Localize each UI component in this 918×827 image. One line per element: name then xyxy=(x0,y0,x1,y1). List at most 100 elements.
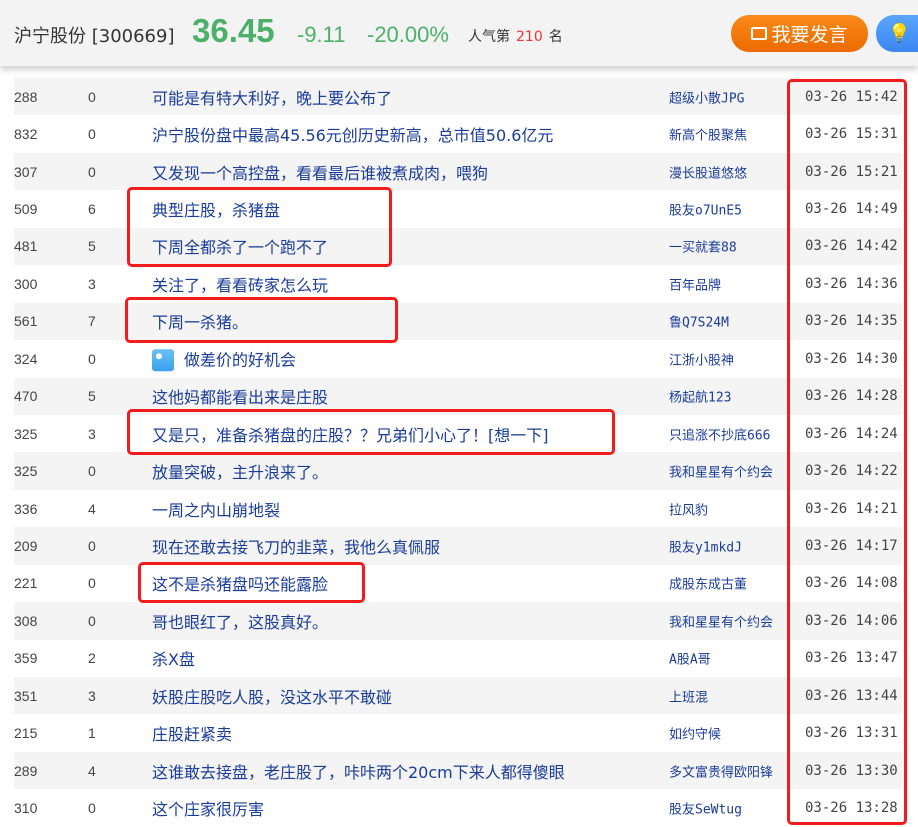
read-count: 209 xyxy=(14,537,38,554)
post-title-link[interactable]: 现在还敢去接飞刀的韭菜，我他么真佩服 xyxy=(152,534,440,558)
author-link[interactable]: 超级小散JPG xyxy=(669,87,744,106)
post-title[interactable]: 可能是有特大利好，晚上要公布了 xyxy=(152,89,392,108)
comment-count: 3 xyxy=(88,425,96,442)
author-link[interactable]: 江浙小股神 xyxy=(669,349,734,368)
post-title-link[interactable]: 妖股庄股吃人股，没这水平不敢碰 xyxy=(152,684,392,708)
post-title[interactable]: 放量突破，主升浪来了。 xyxy=(152,463,328,482)
read-count: 561 xyxy=(14,313,38,330)
read-count: 300 xyxy=(14,275,38,292)
read-count: 359 xyxy=(14,650,38,667)
author-link[interactable]: 只追涨不抄底666 xyxy=(669,424,770,443)
post-title-link[interactable]: 放量突破，主升浪来了。 xyxy=(152,459,328,483)
post-title-link[interactable]: 一周之内山崩地裂 xyxy=(152,497,280,521)
post-title-link[interactable]: 做差价的好机会 xyxy=(152,346,296,372)
post-title-link[interactable]: 哥也眼红了，这股真好。 xyxy=(152,609,328,633)
read-count: 307 xyxy=(14,163,38,180)
read-count: 509 xyxy=(14,201,38,218)
table-row: 351 3 妖股庄股吃人股，没这水平不敢碰 上班混 03-26 13:44 xyxy=(14,677,902,715)
post-title[interactable]: 关注了，看看砖家怎么玩 xyxy=(152,276,328,295)
post-title-link[interactable]: 又发现一个高控盘，看看最后谁被煮成肉，喂狗 xyxy=(152,160,488,184)
author-link[interactable]: 漫长股道悠悠 xyxy=(669,162,747,181)
comment-count: 5 xyxy=(88,388,96,405)
highlight-box xyxy=(138,562,365,603)
lightbulb-button[interactable]: 💡 xyxy=(876,15,918,52)
post-title-link[interactable]: 庄股赶紧卖 xyxy=(152,721,232,745)
post-title-link[interactable]: 这谁敢去接盘，老庄股了，咔咔两个20cm下来人都得傻眼 xyxy=(152,759,565,783)
post-title[interactable]: 哥也眼红了，这股真好。 xyxy=(152,613,328,632)
post-title[interactable]: 做差价的好机会 xyxy=(184,350,296,369)
comment-icon xyxy=(751,27,768,40)
author-link[interactable]: 上班混 xyxy=(669,686,708,705)
table-row: 209 0 现在还敢去接飞刀的韭菜，我他么真佩服 股友y1mkdJ 03-26 … xyxy=(14,527,902,565)
author-link[interactable]: 杨起航123 xyxy=(669,387,731,406)
read-count: 215 xyxy=(14,725,38,742)
price-change: -9.11 xyxy=(297,22,346,47)
post-title-link[interactable]: 关注了，看看砖家怎么玩 xyxy=(152,272,328,296)
post-title-link[interactable]: 可能是有特大利好，晚上要公布了 xyxy=(152,85,392,109)
post-title[interactable]: 杀X盘 xyxy=(152,650,195,669)
post-title[interactable]: 又发现一个高控盘，看看最后谁被煮成肉，喂狗 xyxy=(152,164,488,183)
stock-name: 沪宁股份 [300669] xyxy=(14,26,175,47)
table-row: 289 4 这谁敢去接盘，老庄股了，咔咔两个20cm下来人都得傻眼 多文富贵得欧… xyxy=(14,751,902,790)
post-title[interactable]: 这个庄家很厉害 xyxy=(152,800,264,819)
comment-count: 0 xyxy=(88,88,96,105)
post-title-link[interactable]: 沪宁股份盘中最高45.56元创历史新高，总市值50.6亿元 xyxy=(152,122,553,146)
highlight-box-time-column xyxy=(787,79,907,825)
price-change-percent: -20.00% xyxy=(367,22,449,47)
table-row: 310 0 这个庄家很厉害 股友SeWtug 03-26 13:28 xyxy=(14,789,902,826)
comment-count: 2 xyxy=(88,650,96,667)
post-button-label: 我要发言 xyxy=(771,24,848,46)
comment-count: 0 xyxy=(88,575,96,592)
author-link[interactable]: 多文富贵得欧阳锋 xyxy=(669,761,773,780)
post-title[interactable]: 沪宁股份盘中最高45.56元创历史新高，总市值50.6亿元 xyxy=(152,126,553,145)
author-link[interactable]: 股友SeWtug xyxy=(669,799,742,818)
table-row: 215 1 庄股赶紧卖 如约守候 03-26 13:31 xyxy=(14,714,902,751)
author-link[interactable]: 成股东成古董 xyxy=(669,574,747,593)
author-link[interactable]: 如约守候 xyxy=(669,724,721,743)
post-button[interactable]: 我要发言 xyxy=(731,15,868,52)
table-row: 324 0 做差价的好机会 江浙小股神 03-26 14:30 xyxy=(14,340,902,377)
author-link[interactable]: 股友y1mkdJ xyxy=(669,536,742,555)
post-title-link[interactable]: 杀X盘 xyxy=(152,646,195,670)
read-count: 336 xyxy=(14,500,38,517)
rank-prefix: 人气第 xyxy=(468,29,510,45)
table-row: 325 0 放量突破，主升浪来了。 我和星星有个约会 03-26 14:22 xyxy=(14,452,902,490)
author-link[interactable]: 我和星星有个约会 xyxy=(669,462,773,481)
author-link[interactable]: 我和星星有个约会 xyxy=(669,611,773,630)
post-title[interactable]: 现在还敢去接飞刀的韭菜，我他么真佩服 xyxy=(152,538,440,557)
post-title[interactable]: 庄股赶紧卖 xyxy=(152,725,232,744)
popularity-rank: 人气第 210 名 xyxy=(468,26,563,46)
comment-count: 3 xyxy=(88,275,96,292)
author-link[interactable]: 股友o7UnE5 xyxy=(669,200,742,219)
table-row: 308 0 哥也眼红了，这股真好。 我和星星有个约会 03-26 14:06 xyxy=(14,602,902,640)
table-row: 336 4 一周之内山崩地裂 拉风豹 03-26 14:21 xyxy=(14,490,902,527)
read-count: 324 xyxy=(14,350,38,367)
author-link[interactable]: 百年品牌 xyxy=(669,274,721,293)
author-link[interactable]: A股A哥 xyxy=(669,649,711,668)
post-title[interactable]: 妖股庄股吃人股，没这水平不敢碰 xyxy=(152,688,392,707)
author-link[interactable]: 拉风豹 xyxy=(669,499,708,518)
comment-count: 0 xyxy=(88,163,96,180)
comment-count: 0 xyxy=(88,350,96,367)
table-row: 832 0 沪宁股份盘中最高45.56元创历史新高，总市值50.6亿元 新高个股… xyxy=(14,115,902,152)
read-count: 470 xyxy=(14,388,38,405)
post-title[interactable]: 一周之内山崩地裂 xyxy=(152,501,280,520)
author-link[interactable]: 鲁Q7S24M xyxy=(669,312,729,331)
post-title-link[interactable]: 这他妈都能看出来是庄股 xyxy=(152,384,328,408)
highlight-box xyxy=(127,409,615,455)
author-link[interactable]: 一买就套88 xyxy=(669,237,737,256)
lightbulb-icon: 💡 xyxy=(888,23,911,44)
post-title[interactable]: 这谁敢去接盘，老庄股了，咔咔两个20cm下来人都得傻眼 xyxy=(152,763,565,782)
read-count: 310 xyxy=(14,800,38,817)
comment-count: 0 xyxy=(88,463,96,480)
read-count: 325 xyxy=(14,463,38,480)
post-title[interactable]: 这他妈都能看出来是庄股 xyxy=(152,388,328,407)
table-row: 307 0 又发现一个高控盘，看看最后谁被煮成肉，喂狗 漫长股道悠悠 03-26… xyxy=(14,152,902,191)
post-title-link[interactable]: 这个庄家很厉害 xyxy=(152,796,264,820)
table-row: 359 2 杀X盘 A股A哥 03-26 13:47 xyxy=(14,640,902,677)
read-count: 481 xyxy=(14,238,38,255)
comment-count: 6 xyxy=(88,201,96,218)
comment-count: 4 xyxy=(88,762,96,779)
read-count: 288 xyxy=(14,88,38,105)
author-link[interactable]: 新高个股聚焦 xyxy=(669,125,747,144)
